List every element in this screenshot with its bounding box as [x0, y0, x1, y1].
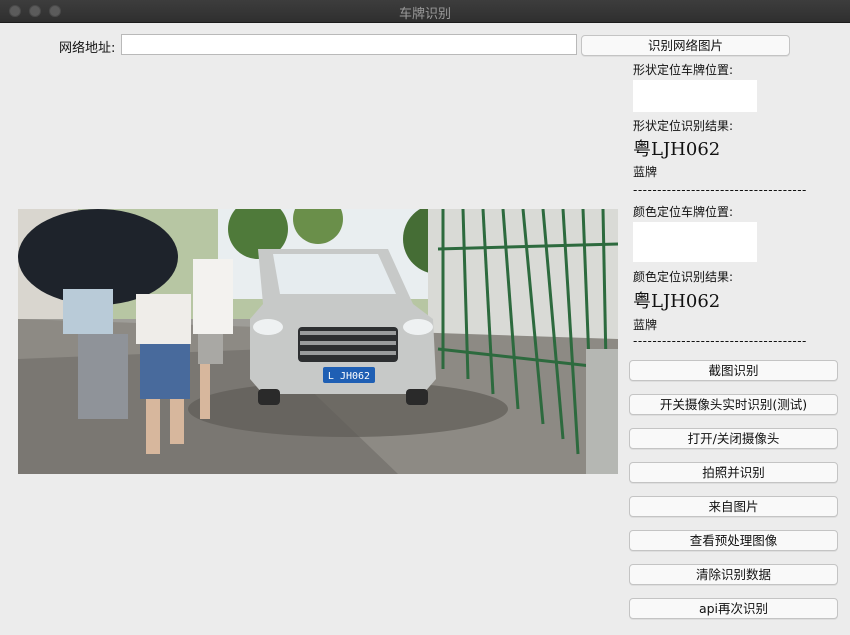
from-image-button[interactable]: 来自图片: [629, 496, 838, 517]
capture-recognize-button[interactable]: 拍照并识别: [629, 462, 838, 483]
color-plate-crop: [633, 222, 757, 262]
app-window: 车牌识别 网络地址: 识别网络图片 形状定位车牌位置: 形状定位识别结果: 粤L…: [0, 0, 850, 635]
divider: ------------------------------------: [633, 183, 807, 197]
divider: ------------------------------------: [633, 334, 807, 348]
title-bar: 车牌识别: [0, 0, 850, 23]
screenshot-recognize-button[interactable]: 截图识别: [629, 360, 838, 381]
camera-realtime-button[interactable]: 开关摄像头实时识别(测试): [629, 394, 838, 415]
url-input[interactable]: [121, 34, 577, 55]
url-label: 网络地址:: [59, 41, 116, 56]
shape-plate-crop: [633, 80, 757, 112]
window-title: 车牌识别: [398, 7, 451, 22]
shape-position-label: 形状定位车牌位置:: [633, 63, 734, 77]
photo-plate-text: L JH062: [328, 371, 370, 382]
shape-plate-color: 蓝牌: [633, 165, 658, 179]
camera-toggle-button[interactable]: 打开/关闭摄像头: [629, 428, 838, 449]
color-result-label: 颜色定位识别结果:: [633, 270, 734, 284]
shape-plate-number: 粤LJH062: [633, 139, 721, 160]
view-preprocessed-button[interactable]: 查看预处理图像: [629, 530, 838, 551]
car-photo-drawing: L JH062: [18, 209, 618, 474]
car-photo: L JH062: [18, 209, 618, 474]
color-plate-color: 蓝牌: [633, 318, 658, 332]
recognize-url-image-button[interactable]: 识别网络图片: [581, 35, 790, 56]
color-position-label: 颜色定位车牌位置:: [633, 205, 734, 219]
clear-data-button[interactable]: 清除识别数据: [629, 564, 838, 585]
shape-result-label: 形状定位识别结果:: [633, 119, 734, 133]
main-panel: 网络地址: 识别网络图片 形状定位车牌位置: 形状定位识别结果: 粤LJH062…: [10, 32, 840, 625]
api-retry-button[interactable]: api再次识别: [629, 598, 838, 619]
color-plate-number: 粤LJH062: [633, 291, 721, 312]
